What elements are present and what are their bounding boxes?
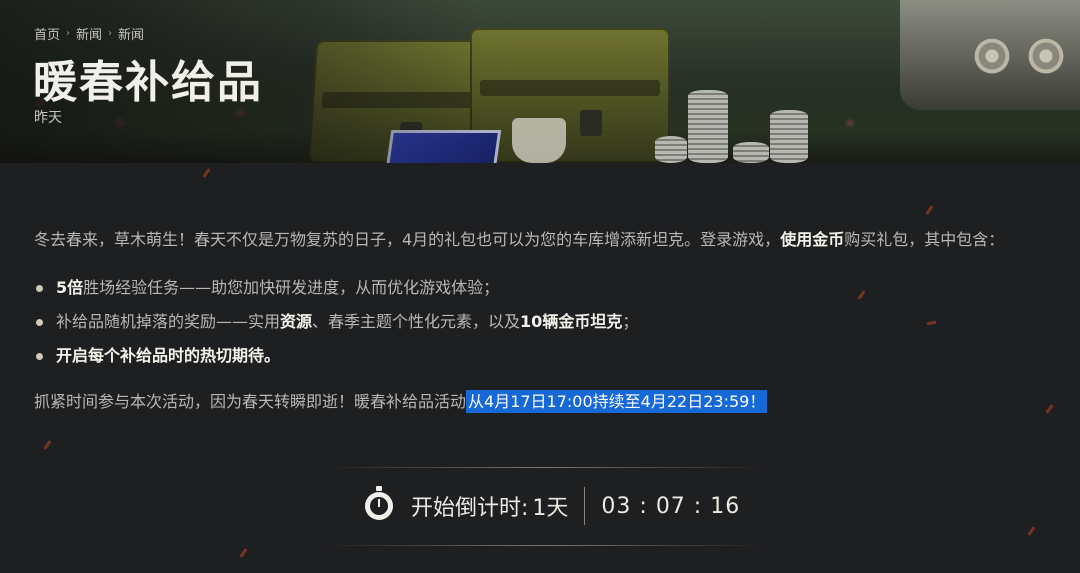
countdown-time: 03 : 07 : 16 <box>601 493 741 519</box>
chevron-right-icon: › <box>66 28 71 39</box>
divider <box>325 545 765 546</box>
list-item: 5倍胜场经验任务——助您加快研发进度，从而优化游戏体验； <box>36 271 1044 305</box>
reward-list: 5倍胜场经验任务——助您加快研发进度，从而优化游戏体验； 补给品随机掉落的奖励—… <box>34 271 1044 373</box>
selected-text[interactable]: 从4月17日17:00持续至4月22日23:59！ <box>466 390 768 413</box>
list-item: 补给品随机掉落的奖励——实用资源、春季主题个性化元素，以及10辆金币坦克； <box>36 305 1044 339</box>
hero-banner: 首页 › 新闻 › 新闻 暖春补给品 昨天 <box>0 0 1080 163</box>
breadcrumb-current[interactable]: 新闻 <box>118 24 144 43</box>
page-title: 暖春补给品 <box>33 57 263 108</box>
breadcrumb-news-link[interactable]: 新闻 <box>76 24 102 43</box>
ember-decoration <box>1027 526 1036 536</box>
ember-decoration <box>43 440 52 450</box>
countdown-timer: 开始倒计时: 1天 03 : 07 : 16 <box>365 486 740 526</box>
breadcrumb-home-link[interactable]: 首页 <box>34 24 60 43</box>
stopwatch-icon <box>365 486 393 520</box>
highlight-use-gold: 使用金币 <box>780 230 845 249</box>
breadcrumb: 首页 › 新闻 › 新闻 <box>34 24 144 43</box>
ember-decoration <box>239 548 248 558</box>
chevron-right-icon: › <box>108 28 113 39</box>
intro-paragraph: 冬去春来，草木萌生！春天不仅是万物复苏的日子，4月的礼包也可以为您的车库增添新坦… <box>34 230 1005 249</box>
countdown-separator <box>584 487 586 525</box>
countdown-label: 开始倒计时: <box>411 496 529 521</box>
ember-decoration <box>925 205 934 215</box>
ember-decoration <box>1045 404 1054 414</box>
closing-paragraph: 抓紧时间参与本次活动，因为春天转瞬即逝！暖春补给品活动 从4月17日17:00持续… <box>34 390 768 413</box>
ember-decoration <box>202 168 211 178</box>
list-item: 开启每个补给品时的热切期待。 <box>36 339 1044 373</box>
article-body: 冬去春来，草木萌生！春天不仅是万物复苏的日子，4月的礼包也可以为您的车库增添新坦… <box>34 225 1044 417</box>
post-date: 昨天 <box>34 110 62 126</box>
countdown-days: 1天 <box>532 496 569 521</box>
divider <box>325 467 765 468</box>
